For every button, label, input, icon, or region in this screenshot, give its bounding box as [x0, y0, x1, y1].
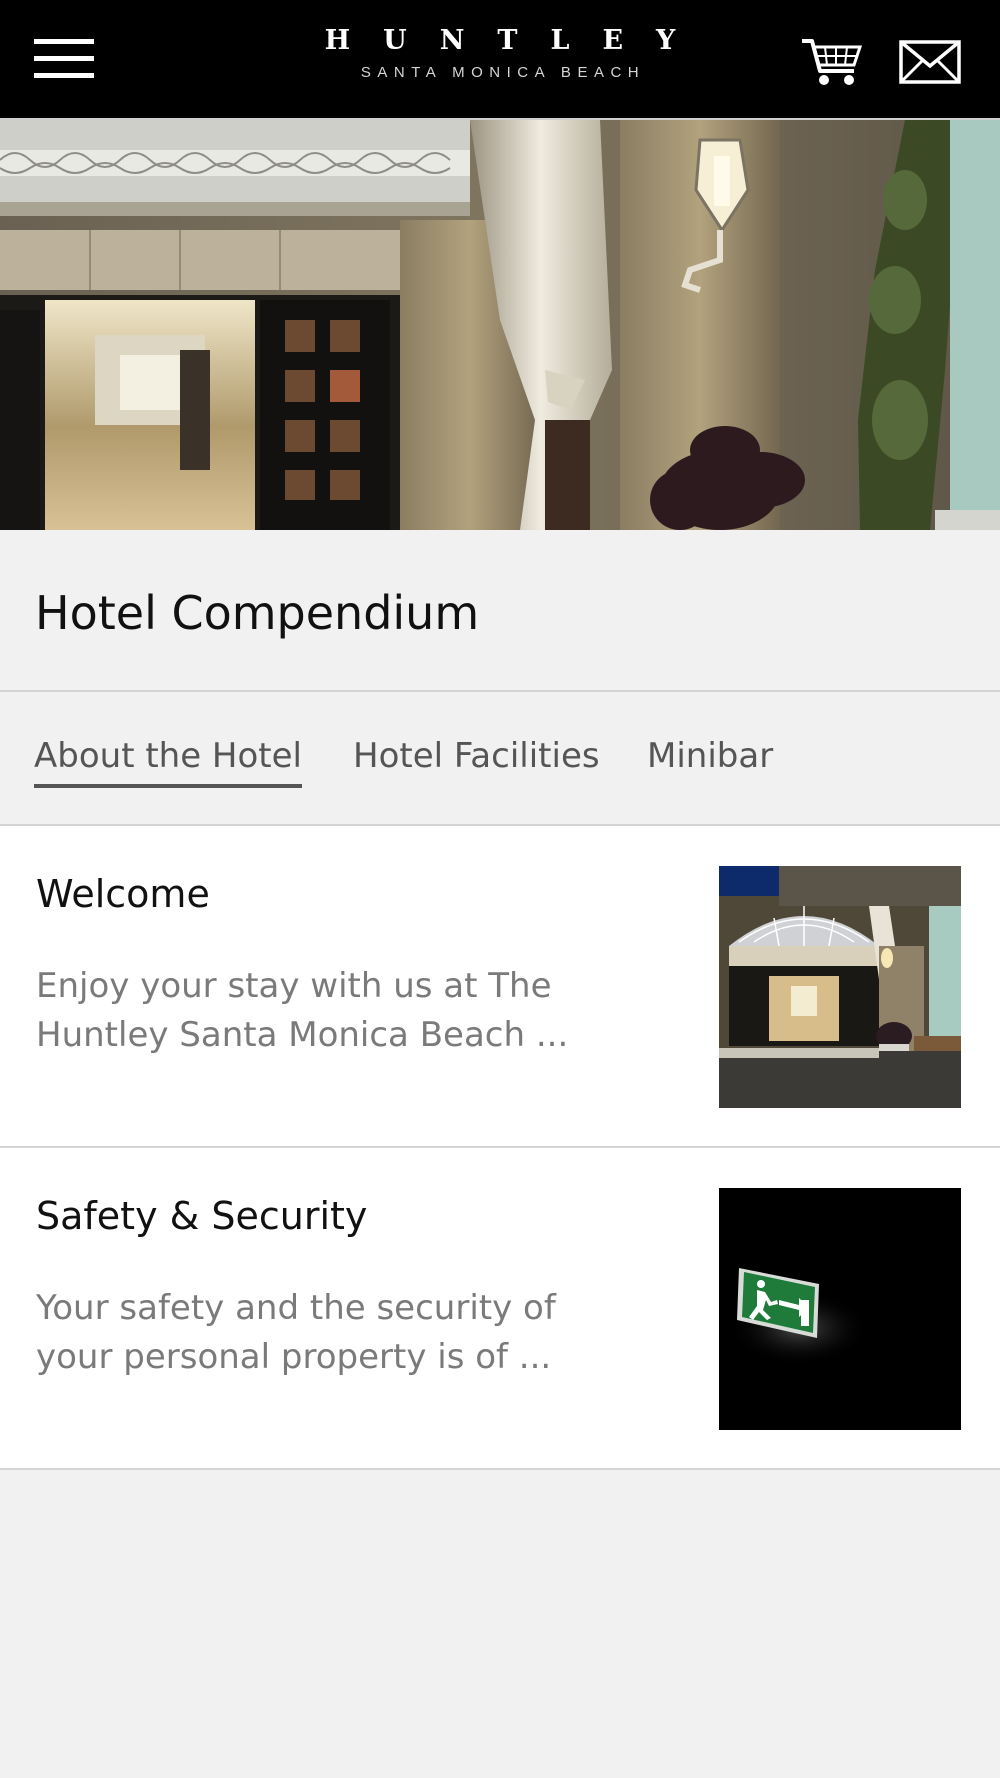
- page-title: Hotel Compendium: [35, 586, 480, 640]
- hamburger-menu-icon[interactable]: [30, 34, 98, 84]
- list-item-safety-security[interactable]: Safety & Security Your safety and the se…: [0, 1148, 1000, 1470]
- brand-tagline: SANTA MONICA BEACH: [360, 64, 646, 81]
- list-item-description: Your safety and the security of your per…: [36, 1288, 556, 1377]
- list-item-title: Welcome: [36, 872, 210, 916]
- category-tabs: About the Hotel Hotel Facilities Minibar: [0, 692, 1000, 826]
- title-section: Hotel Compendium: [0, 530, 1000, 692]
- tab-hotel-facilities[interactable]: Hotel Facilities: [353, 736, 600, 784]
- welcome-thumbnail: [719, 866, 961, 1108]
- shopping-cart-icon[interactable]: [800, 35, 864, 89]
- list-item-description: Enjoy your stay with us at The Huntley S…: [36, 966, 569, 1055]
- top-navigation-bar: HUNTLEY SANTA MONICA BEACH: [0, 0, 1000, 120]
- hero-image: [0, 120, 1000, 530]
- list-item-welcome[interactable]: Welcome Enjoy your stay with us at The H…: [0, 826, 1000, 1148]
- safety-thumbnail: [719, 1188, 961, 1430]
- envelope-icon[interactable]: [898, 38, 962, 86]
- brand-logo[interactable]: HUNTLEY SANTA MONICA BEACH: [280, 24, 720, 81]
- tab-minibar[interactable]: Minibar: [647, 736, 773, 784]
- app-screen: HUNTLEY SANTA MONICA BEACH Hotel Compend…: [0, 0, 1000, 1778]
- list-item-title: Safety & Security: [36, 1194, 368, 1238]
- brand-name: HUNTLEY: [324, 25, 709, 56]
- tab-about-the-hotel[interactable]: About the Hotel: [34, 736, 302, 788]
